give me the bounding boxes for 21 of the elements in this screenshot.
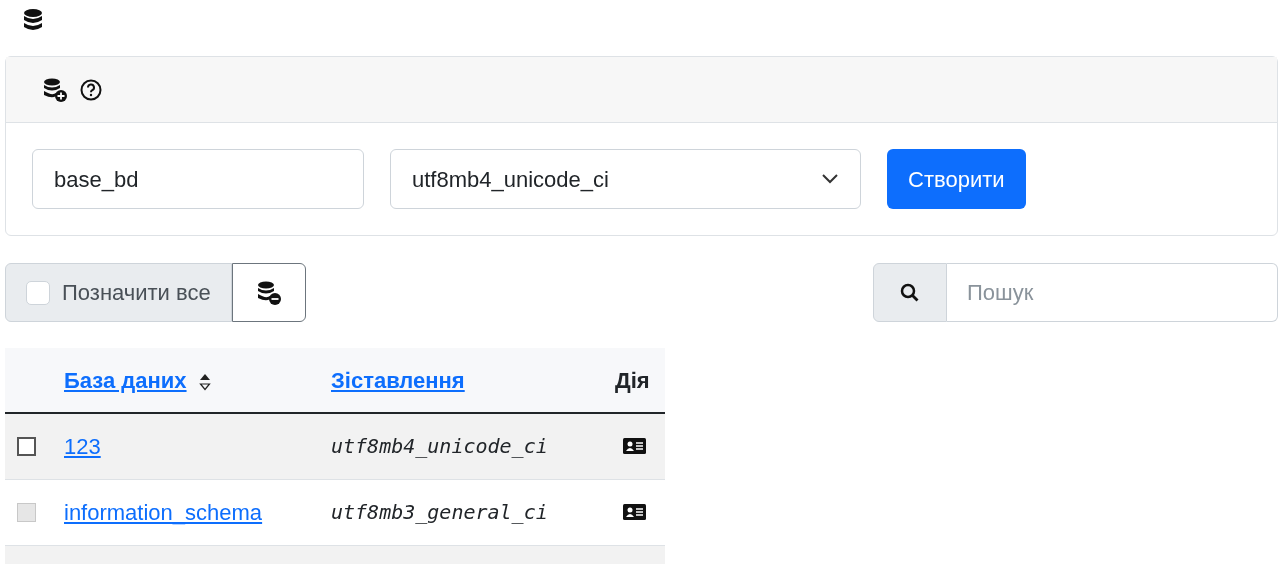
search-field[interactable]: Пошук [947,263,1278,322]
column-header-link[interactable]: База даних [64,367,187,393]
id-card-icon[interactable] [623,438,646,455]
delete-database-button[interactable] [231,263,306,322]
id-card-icon[interactable] [623,504,646,520]
select-all-control[interactable]: Позначити все [5,263,232,322]
search-icon [873,263,947,322]
column-header: Дія [615,367,650,393]
checkbox[interactable] [17,436,36,456]
collation-select[interactable]: utf8mb4_unicode_ci [390,149,861,209]
create-button[interactable]: Створити [887,149,1026,209]
help-icon[interactable] [80,78,102,101]
collation-cell: utf8mb3_general_ci [331,500,548,524]
sort-icon[interactable] [198,372,211,391]
database-plus-icon [42,76,68,103]
chevron-down-icon [821,173,839,185]
database-minus-icon [255,279,282,306]
database-link[interactable]: 123 [64,433,101,459]
database-name-field[interactable]: base_bd [32,149,364,209]
column-header-link[interactable]: Зіставлення [331,367,465,393]
collation-cell: utf8mb4_unicode_ci [331,434,548,459]
